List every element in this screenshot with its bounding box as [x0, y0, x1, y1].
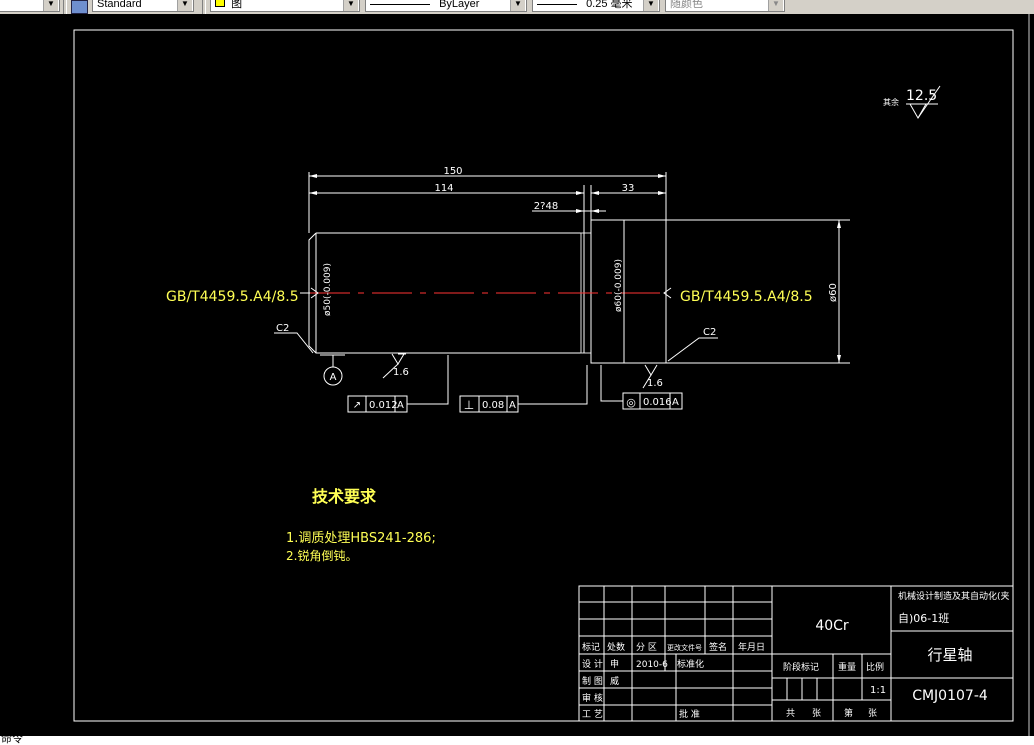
project-line-2: 自)06-1班 — [898, 612, 949, 625]
project-line-1: 机械设计制造及其自动化(夹 — [898, 590, 1010, 602]
center-hole-left: GB/T4459.5.A4/8.5 — [166, 289, 299, 305]
tol-conc-datum: A — [672, 397, 679, 408]
label-nianyueri: 年月日 — [738, 641, 765, 653]
label-shenhe: 审 核 — [582, 692, 603, 704]
datum-label: A — [330, 372, 337, 383]
tol-runout-datum: A — [397, 400, 404, 411]
chamfer-left-leader — [274, 332, 314, 354]
label-biaoji: 标记 — [582, 641, 600, 653]
label-zhang-1: 张 — [812, 708, 821, 719]
label-fenqu: 分 区 — [636, 642, 657, 653]
roughness-other-label: 其余 — [883, 97, 899, 107]
tol-runout-value: 0.012 — [369, 400, 398, 411]
label-gongyi: 工 艺 — [582, 709, 603, 720]
scale-value: 1:1 — [870, 685, 886, 696]
tol-perp-datum: A — [509, 400, 516, 411]
command-line[interactable]: 命令 — [0, 736, 1034, 745]
roughness-left-value: 1.6 — [393, 367, 409, 378]
material: 40Cr — [815, 618, 849, 634]
roughness-right-value: 1.6 — [647, 378, 663, 389]
tol-conc-value: 0.016 — [643, 397, 672, 408]
chamfer-right: C2 — [703, 327, 716, 338]
part-name: 行星轴 — [927, 646, 972, 664]
label-zhongliang: 重量 — [838, 661, 856, 673]
center-hole-right: GB/T4459.5.A4/8.5 — [680, 289, 813, 305]
tolerance-perpendicular — [459, 365, 588, 413]
dim-dia-mid: ø60(-0.009) — [614, 259, 624, 312]
tech-req-title: 技术要求 — [312, 487, 377, 506]
drawing-canvas[interactable]: 150 114 33 2?48 ø50(-0.009) ø60(-0.009) … — [0, 0, 1034, 745]
tol-runout-symbol: ↗ — [353, 400, 361, 411]
label-jieduan: 阶段标记 — [783, 661, 819, 673]
dim-114: 114 — [434, 183, 453, 194]
label-genggai: 更改文件号 — [667, 643, 702, 652]
drawing-number: CMJ0107-4 — [912, 688, 988, 704]
tech-req-item-2: 2.锐角倒钝。 — [286, 549, 357, 563]
sheji-date: 2010-6 — [636, 660, 668, 670]
sheji-name: 申 — [610, 658, 619, 670]
dim-150: 150 — [443, 166, 462, 177]
title-block-labels: 标记 处数 分 区 更改文件号 签名 年月日 设 计 申 2010-6 标准化 … — [582, 641, 886, 720]
label-zhitu: 制 图 — [582, 675, 603, 687]
dim-dia-right: ø60 — [828, 283, 839, 302]
label-qianming: 签名 — [709, 641, 727, 653]
tol-conc-symbol: ◎ — [626, 396, 636, 409]
label-zhang-2: 张 — [868, 708, 877, 719]
label-bili: 比例 — [866, 661, 884, 673]
extension-lines — [308, 172, 850, 364]
drawing-frame — [73, 29, 1014, 722]
roughness-other-value: 12.5 — [906, 88, 937, 104]
dim-groove: 2?48 — [534, 201, 558, 212]
command-line-text: 命令 — [1, 736, 23, 745]
label-sheji: 设 计 — [582, 658, 603, 670]
zhitu-name: 威 — [610, 675, 619, 687]
chamfer-left: C2 — [276, 323, 289, 334]
arrow-right — [663, 287, 672, 299]
sheji-std: 标准化 — [677, 658, 704, 670]
label-chushu: 处数 — [607, 641, 625, 653]
chamfer-right-leader — [667, 337, 718, 362]
dimension-lines — [309, 174, 841, 363]
label-gong: 共 — [786, 708, 795, 719]
tol-perp-symbol: ⊥ — [464, 398, 474, 412]
tech-req-item-1: 1.调质处理HBS241-286; — [286, 531, 436, 546]
label-pizhun: 批 准 — [679, 708, 700, 720]
label-di: 第 — [844, 707, 853, 719]
dim-dia-left: ø50(-0.009) — [323, 263, 333, 316]
tol-perp-value: 0.08 — [482, 400, 504, 411]
dim-33: 33 — [622, 183, 635, 194]
shaft-outline — [308, 219, 667, 364]
